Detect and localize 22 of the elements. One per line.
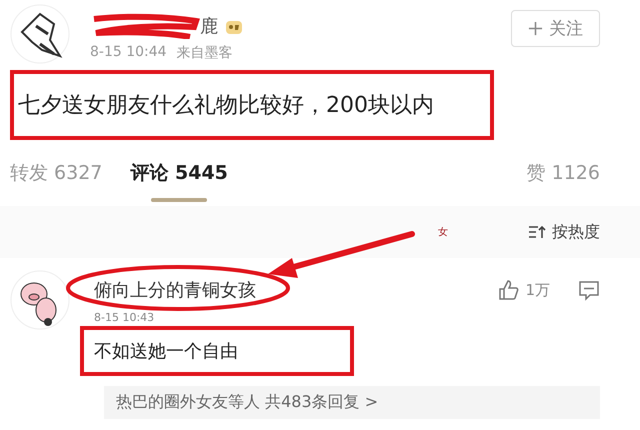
avatar-drawing — [10, 4, 70, 64]
tab[interactable]: 赞 1126 — [526, 160, 600, 186]
post-text: 七夕送女朋友什么礼物比较好，200块以内 — [18, 92, 434, 120]
tab-underline — [151, 198, 208, 202]
post-time: 8-15 10:44 — [90, 44, 167, 62]
tab[interactable]: 转发 6327 — [10, 160, 102, 186]
sort-icon — [528, 224, 546, 240]
comment-text: 不如送她一个自由 — [94, 340, 238, 363]
replies-link[interactable]: 热巴的圈外女友等人 共483条回复 > — [104, 386, 600, 419]
follow-button[interactable]: 关注 — [511, 10, 600, 47]
comment-time: 8-15 10:43 — [94, 311, 156, 324]
annotation-mark: 女 — [438, 226, 448, 239]
like-button[interactable]: 1万 — [497, 279, 550, 301]
sort-button[interactable]: 按热度 — [528, 222, 600, 242]
author-name[interactable]: 鹿 — [200, 14, 218, 38]
plus-icon — [528, 21, 543, 36]
thumbs-up-icon — [497, 279, 520, 301]
tab[interactable]: 评论 5445 — [130, 160, 228, 186]
post-source: 来自墨客 — [176, 44, 233, 62]
commenter-name[interactable]: 俯向上分的青铜女孩 — [94, 278, 256, 302]
pig-avatar-drawing — [10, 270, 70, 330]
comment-icon[interactable] — [578, 279, 600, 301]
